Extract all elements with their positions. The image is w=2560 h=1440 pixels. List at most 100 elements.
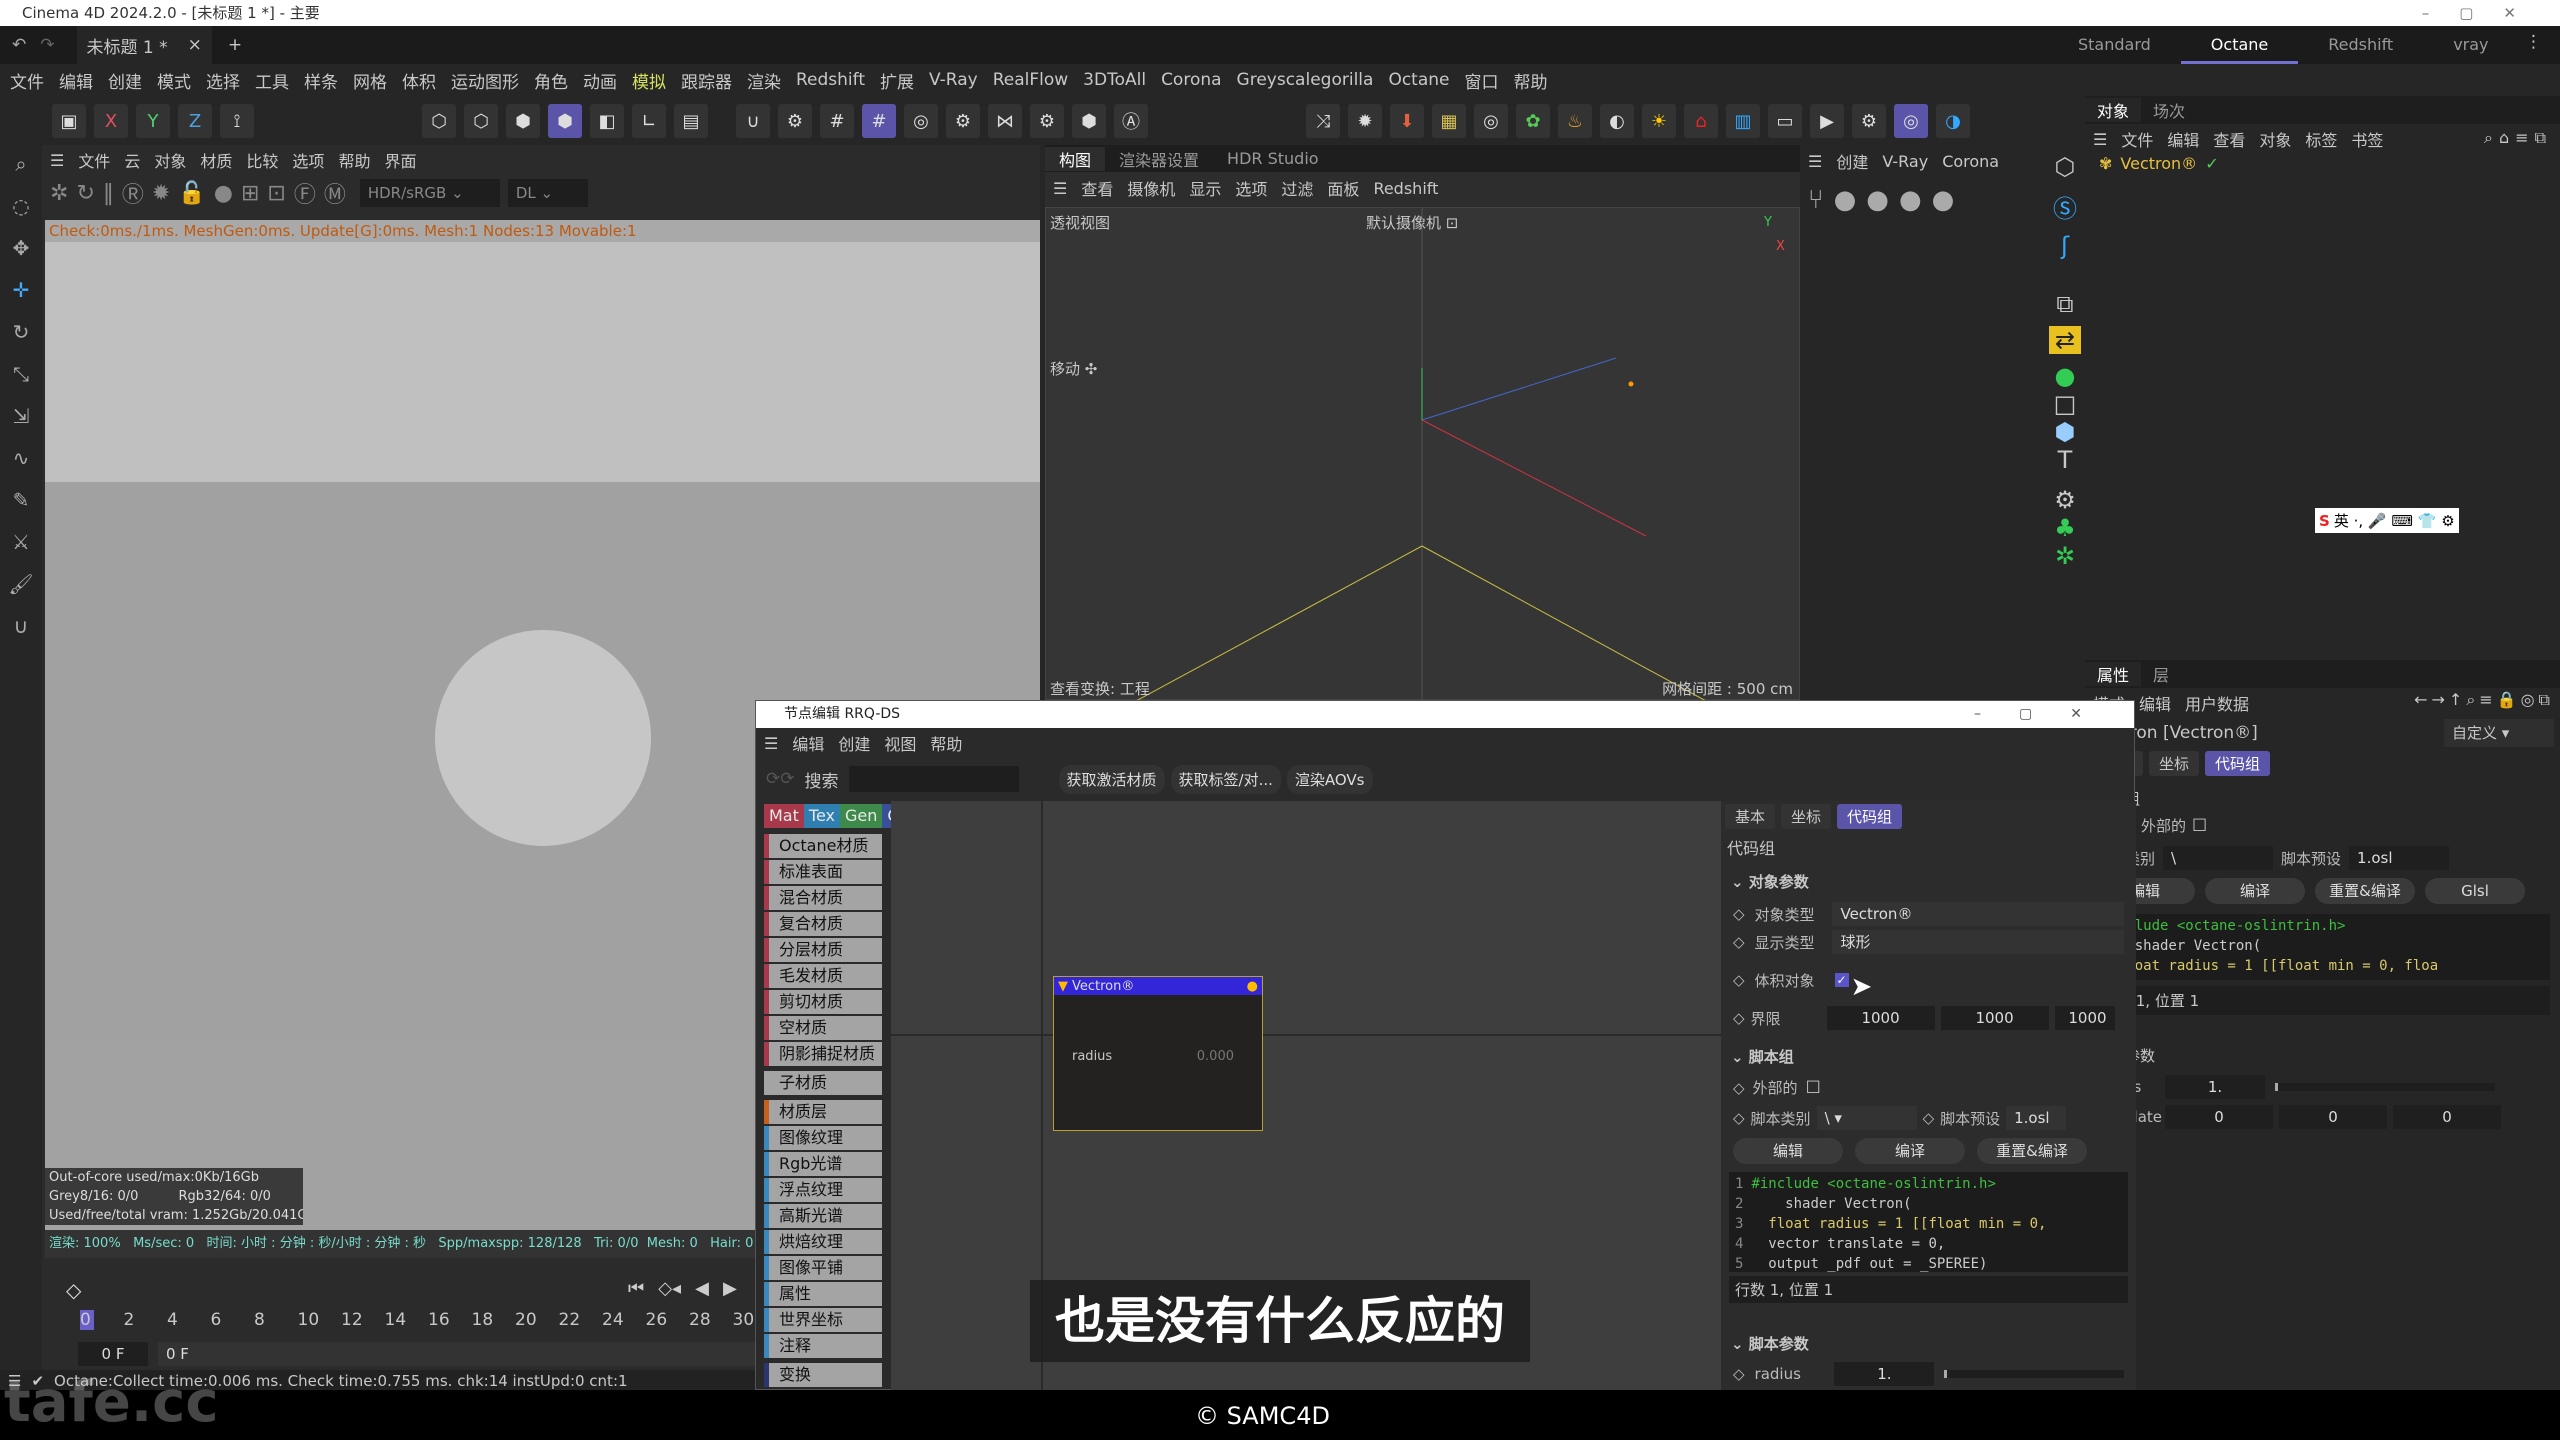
scale-icon[interactable]: ⤡ [6,362,36,392]
workplane-icon[interactable]: # [862,104,896,138]
props-tab-1[interactable]: 坐标 [1781,803,1832,829]
bounds-x-field[interactable]: 1000 [1826,1006,1935,1030]
layout-tab-2[interactable]: Redshift [2298,26,2423,64]
magnet-icon[interactable]: ∪ [6,614,36,644]
category-tab-tex[interactable]: Tex [803,804,840,828]
node-toolbar-button-2[interactable]: 渲染AOVs [1286,764,1373,794]
node-list-item[interactable]: 剪切材质 [764,990,882,1014]
window-controls[interactable]: –▢✕ [2422,0,2546,26]
search-input[interactable] [848,766,1019,792]
category-tab-mat[interactable]: Mat [764,804,804,828]
node-list-item[interactable]: 浮点纹理 [764,1178,882,1202]
menu-icon[interactable]: ☰ [1808,152,1822,171]
object-manager-tab-0[interactable]: 对象 [2085,98,2142,122]
object-menu-item-5[interactable]: 书签 [2351,127,2383,151]
node-list-item[interactable]: 烘焙纹理 [764,1230,882,1254]
menu-item-15[interactable]: Redshift [796,70,865,90]
target-icon[interactable]: ◎ [1474,104,1508,138]
volume-object-checkbox[interactable]: ✓ [1834,973,1849,987]
attributes-tab-0[interactable]: 属性 [2085,662,2142,686]
menu-item-9[interactable]: 运动图形 [451,68,519,93]
go-start-icon[interactable]: ⏮ [628,1278,644,1299]
render-settings-icon[interactable]: ⚙ [946,104,980,138]
pose-icon[interactable]: ✥ [6,236,36,266]
menu-item-11[interactable]: 动画 [583,68,617,93]
script-button-2[interactable]: 重置&编译 [1977,1138,2087,1164]
menu-item-14[interactable]: 渲染 [747,68,781,93]
close-tab-icon[interactable]: × [188,35,202,55]
viewer-menu-item-0[interactable]: 文件 [78,148,110,172]
menu-item-4[interactable]: 选择 [206,68,240,93]
text-icon[interactable]: T [2045,446,2085,474]
radius-field[interactable]: 1. [2165,1075,2265,1099]
gear-icon[interactable]: ✲ [2045,542,2085,570]
transform-icon[interactable]: ⇲ [6,404,36,434]
menu-item-0[interactable]: 文件 [10,68,44,93]
object-manager-tab-1[interactable]: 场次 [2141,98,2197,122]
sogou-ime-toolbar[interactable]: S英 ·, 🎤 ⌨ 👕 ⚙ [2315,508,2459,533]
search-icon[interactable]: ⌕ [6,152,36,182]
viewer-menu-item-7[interactable]: 界面 [384,148,416,172]
material-menu-item-2[interactable]: Corona [1942,152,1999,171]
script-button-3[interactable]: Glsl [2425,878,2525,904]
clapper-icon[interactable]: ▭ [1768,104,1802,138]
code-line[interactable]: 4 vector translate = 0, [1735,1234,2122,1254]
menu-item-22[interactable]: Octane [1388,70,1449,90]
attributes-subtab-1[interactable]: 坐标 [2149,750,2200,776]
material-menu-item-0[interactable]: 创建 [1836,149,1868,173]
node-list-item[interactable]: Rgb光谱 [764,1152,882,1176]
object-params-heading[interactable]: ⌄ 对象参数 [1721,863,2136,900]
menu-icon[interactable]: ☰ [50,151,64,170]
preset-select[interactable]: 自定义 ▾ [2444,719,2554,747]
viewport-tab-2[interactable]: HDR Studio [1213,149,1333,168]
hook-icon[interactable]: ʃ [2045,232,2085,260]
node-list-item[interactable]: Octane材质 [764,834,882,858]
new-tab-button[interactable]: + [228,35,242,55]
node-editor-title-bar[interactable]: 节点编辑 RRQ-DS –▢✕ [756,701,2134,728]
prev-frame-icon[interactable]: ◀ [695,1278,709,1299]
start-frame-field[interactable]: 0 F [78,1342,148,1366]
render-region-icon[interactable]: ◎ [904,104,938,138]
node-toolbar-button-1[interactable]: 获取标签/对... [1170,764,1281,794]
undo-icon[interactable]: ↶ [12,35,26,55]
sphere-icon[interactable]: ● [214,181,233,206]
viewport-menu-item-1[interactable]: 摄像机 [1127,176,1175,200]
bounds-y-field[interactable]: 1000 [1940,1006,2049,1030]
sun-icon[interactable]: ☀ [1642,104,1676,138]
radius-slider[interactable] [2275,1083,2495,1091]
object-name[interactable]: Vectron® [2120,154,2197,173]
symmetry-settings-icon[interactable]: ⚙ [1030,104,1064,138]
node-list-item[interactable]: 图像纹理 [764,1126,882,1150]
material-sphere-icon[interactable]: ● [1899,185,1922,215]
fire-icon[interactable]: ♨ [1558,104,1592,138]
points-mode-icon[interactable]: ⬡ [422,104,456,138]
menu-item-8[interactable]: 体积 [402,68,436,93]
script-button-1[interactable]: 编译 [1855,1138,1965,1164]
texture-mode-icon[interactable]: ▤ [674,104,708,138]
menu-item-12[interactable]: 模拟 [632,68,666,93]
viewer-menu-item-3[interactable]: 材质 [200,148,232,172]
layout-tab-0[interactable]: Standard [2048,26,2181,64]
prev-key-icon[interactable]: ◇◂ [658,1278,681,1299]
uv-mode-icon[interactable]: ◧ [590,104,624,138]
object-menu-item-3[interactable]: 对象 [2259,127,2291,151]
window-controls[interactable]: –▢✕ [1974,701,2120,728]
snap-icon[interactable]: ∪ [736,104,770,138]
layers-icon[interactable]: ▦ [1432,104,1466,138]
coordinate-system-icon[interactable]: ⟟ [220,104,254,138]
translate-y-field[interactable]: 0 [2279,1105,2387,1129]
knife-icon[interactable]: ⚔ [6,530,36,560]
attributes-tab-1[interactable]: 层 [2141,662,2181,686]
3d-viewport[interactable]: 透视视图 默认摄像机 ⊡ 移动 ✣ Y X 查看变换: 工程 网格间距 : 50… [1045,207,1800,701]
annotation-icon[interactable]: Ⓐ [1114,104,1148,138]
category-tab-gen[interactable]: Gen [839,804,883,828]
document-tab[interactable]: 未标题 1 * × [76,26,212,64]
menu-item-16[interactable]: 扩展 [880,68,914,93]
nav-icons[interactable]: ←→↑⌕≡🔒◎⧉ [2414,690,2554,710]
sphere-icon[interactable]: ● [2045,362,2085,390]
node-list-item[interactable]: 混合材质 [764,886,882,910]
viewport-menu-item-2[interactable]: 显示 [1189,176,1221,200]
menu-icon[interactable]: ☰ [764,734,778,753]
viewer-menu-item-2[interactable]: 对象 [154,148,186,172]
visible-check-icon[interactable]: ✓ [2205,154,2218,173]
